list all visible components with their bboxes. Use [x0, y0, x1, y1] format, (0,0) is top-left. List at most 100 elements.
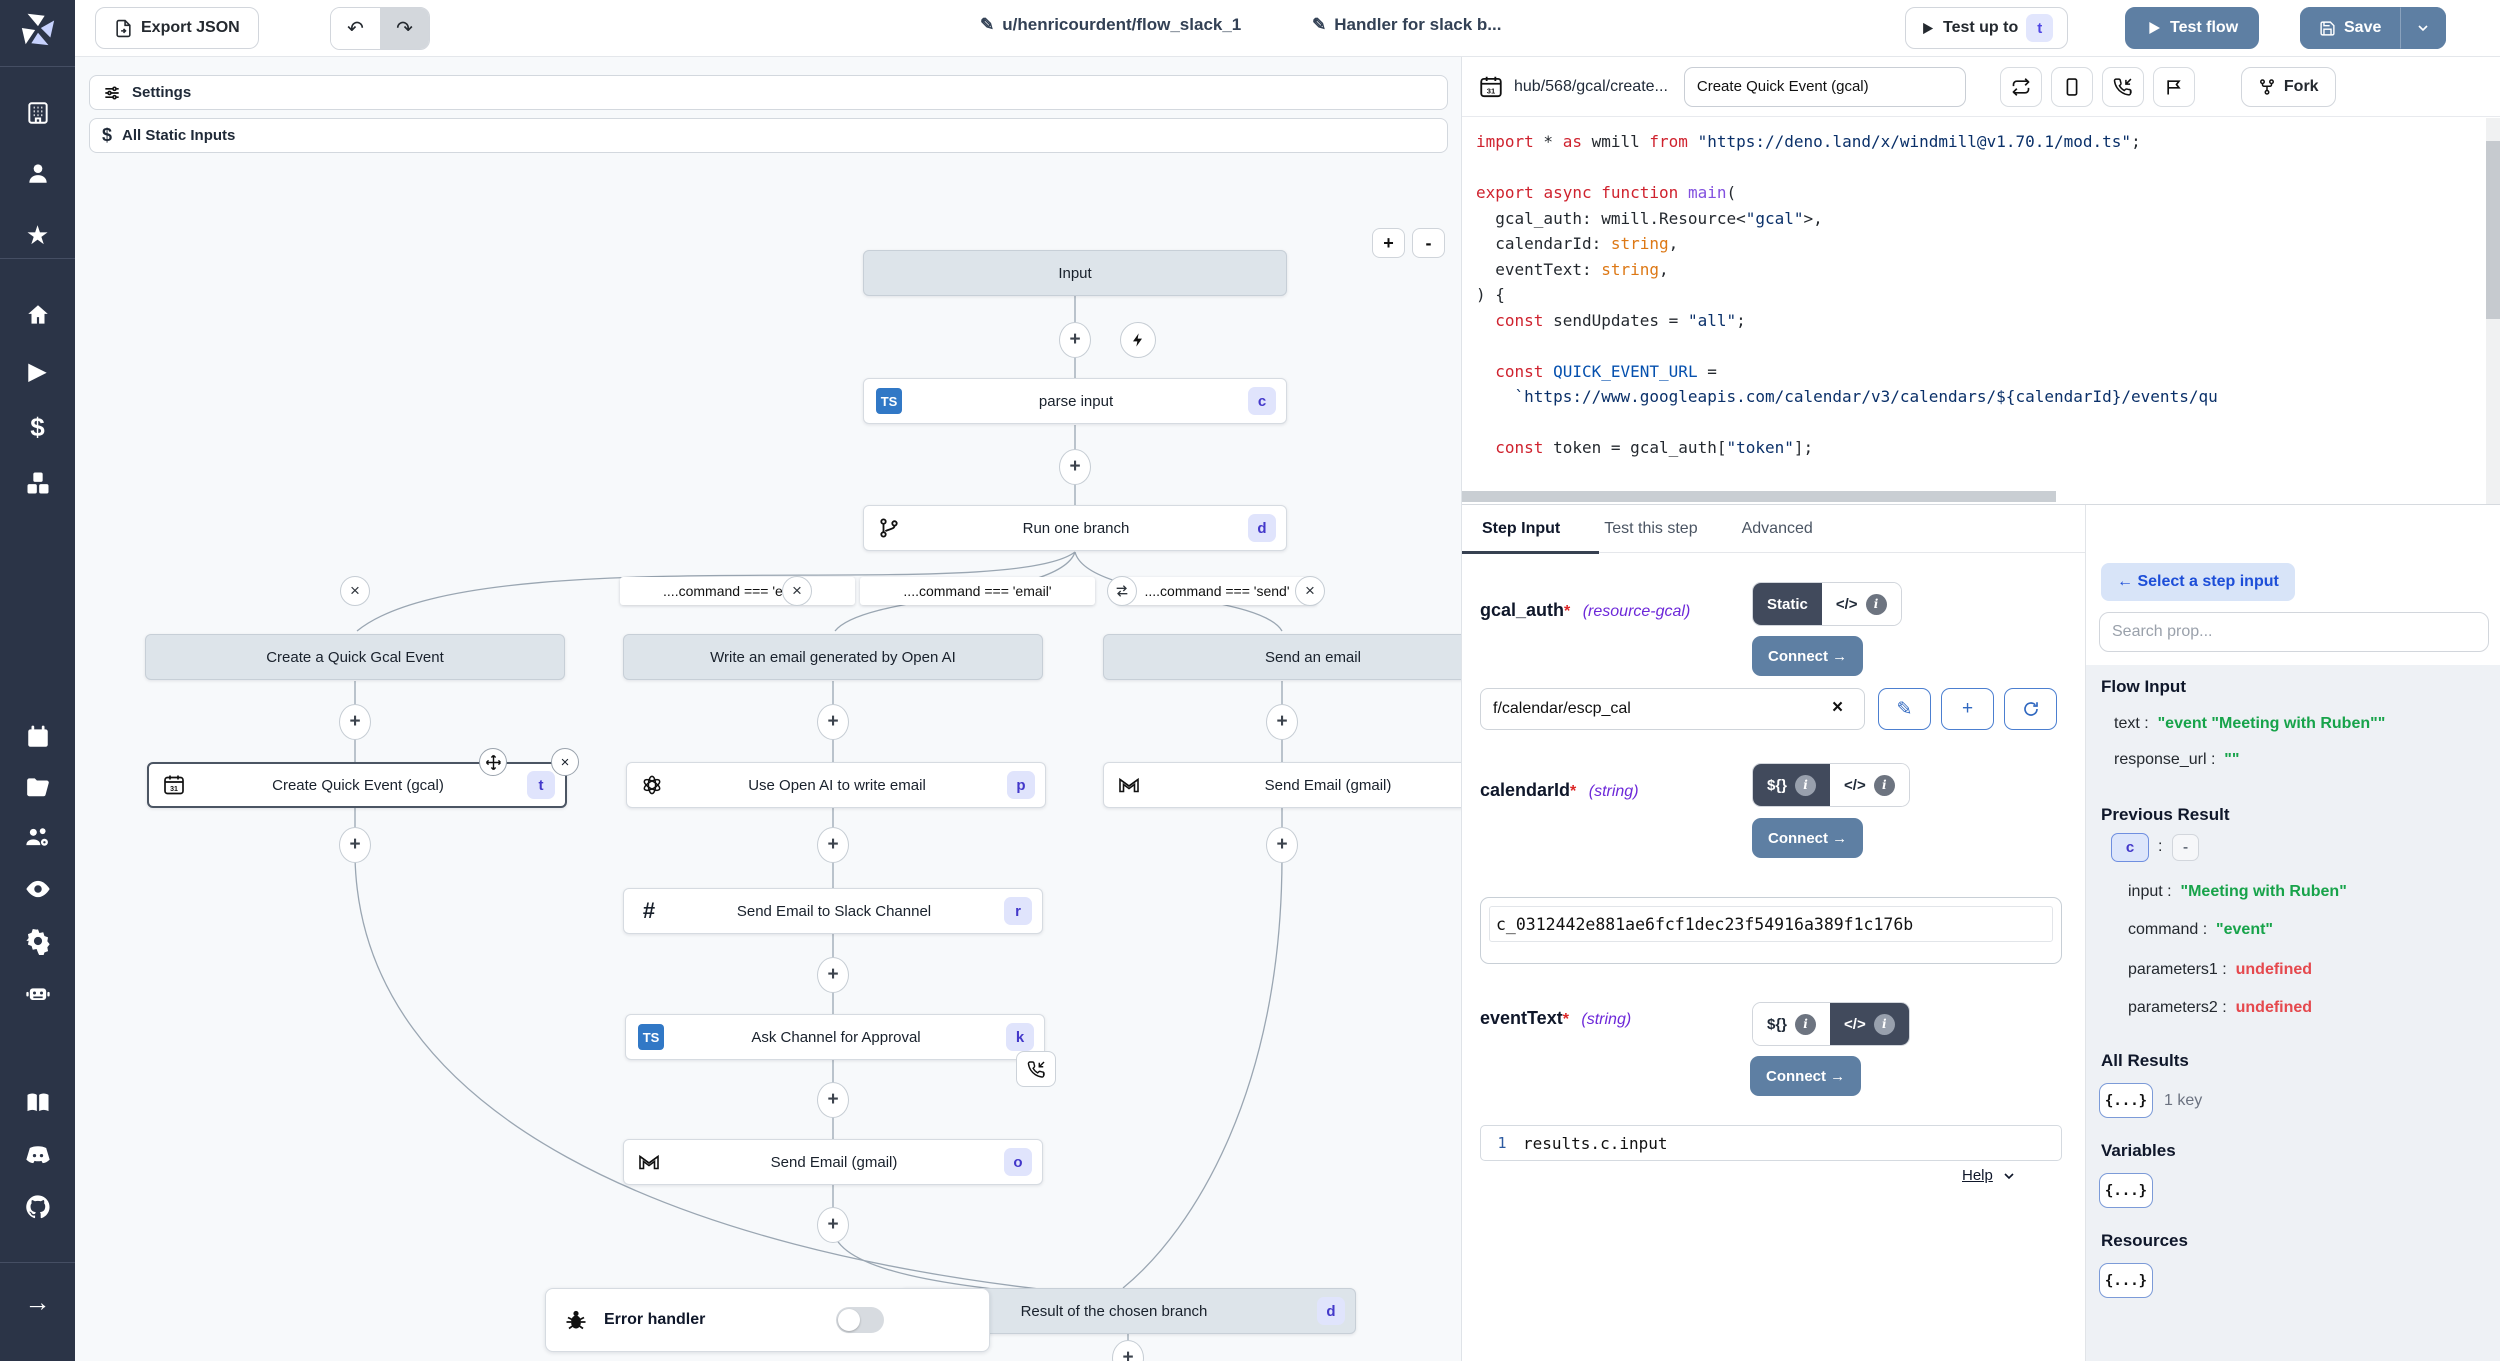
- prop-row-command[interactable]: command : "event": [2128, 921, 2273, 939]
- flow-node-openai-write-email[interactable]: Use Open AI to write email p: [626, 762, 1046, 808]
- flow-node-create-quick-event[interactable]: 31 Create Quick Event (gcal) t ×: [147, 762, 567, 808]
- info-icon[interactable]: i: [1795, 1014, 1816, 1035]
- sidebar-item-workers[interactable]: [0, 971, 75, 1015]
- sidebar-item-workspace[interactable]: [0, 91, 75, 135]
- sidebar-item-variables[interactable]: $: [0, 405, 75, 449]
- sidebar-expand-button[interactable]: →: [0, 1280, 75, 1324]
- static-mode-button[interactable]: Static: [1753, 583, 1822, 625]
- step-id-badge[interactable]: d: [1317, 1297, 1345, 1325]
- test-up-to-button[interactable]: Test up to t: [1905, 7, 2068, 49]
- suspend-step-button[interactable]: [1016, 1051, 1056, 1087]
- sidebar-item-runs[interactable]: ▶: [0, 349, 75, 393]
- delete-branch-button[interactable]: ×: [340, 576, 370, 606]
- mobile-view-button[interactable]: [2051, 67, 2093, 107]
- insert-step-button[interactable]: +: [817, 704, 849, 740]
- step-id-badge[interactable]: c: [1248, 387, 1276, 415]
- sidebar-item-schedules[interactable]: [0, 715, 75, 759]
- insert-step-button[interactable]: +: [817, 827, 849, 863]
- prop-row-response-url[interactable]: response_url : "": [2114, 751, 2239, 769]
- flow-node-send-email-gmail-1[interactable]: Send Email (gmail): [1103, 762, 1462, 808]
- test-flow-button[interactable]: Test flow: [2125, 7, 2259, 49]
- javascript-mode-button[interactable]: </>i: [1822, 583, 1901, 625]
- error-handler-card[interactable]: Error handler: [545, 1288, 990, 1352]
- delete-branch-button[interactable]: ×: [1295, 576, 1325, 606]
- code-editor[interactable]: import * as wmill from "https://deno.lan…: [1476, 129, 2486, 489]
- edit-resource-button[interactable]: ✎: [1878, 688, 1931, 730]
- select-step-input-button[interactable]: ← Select a step input: [2101, 563, 2295, 601]
- javascript-mode-button[interactable]: </>i: [1830, 764, 1909, 806]
- sidebar-item-settings[interactable]: [0, 919, 75, 963]
- step-id-badge[interactable]: k: [1006, 1023, 1034, 1051]
- horizontal-scrollbar[interactable]: [1462, 491, 2056, 502]
- sidebar-item-home[interactable]: [0, 293, 75, 337]
- insert-step-button[interactable]: +: [1266, 704, 1298, 740]
- save-button[interactable]: Save: [2300, 7, 2400, 49]
- step-id-badge[interactable]: p: [1007, 771, 1035, 799]
- insert-step-button[interactable]: +: [817, 1082, 849, 1118]
- flow-node-input[interactable]: Input: [863, 250, 1287, 296]
- info-icon[interactable]: i: [1874, 775, 1895, 796]
- calendar-id-input[interactable]: c_0312442e881ae6fcf1dec23f54916a389f1c17…: [1480, 897, 2062, 964]
- info-icon[interactable]: i: [1795, 775, 1816, 796]
- step-summary-input[interactable]: [1684, 67, 1966, 107]
- sidebar-item-favorites[interactable]: ★: [0, 213, 75, 257]
- delete-step-button[interactable]: ×: [551, 748, 579, 776]
- info-icon[interactable]: i: [1874, 1014, 1895, 1035]
- add-resource-button[interactable]: +: [1941, 688, 1994, 730]
- event-text-expression-editor[interactable]: 1 results.c.input: [1480, 1125, 2062, 1161]
- redo-button[interactable]: ↷: [380, 8, 429, 49]
- search-prop-input[interactable]: [2099, 612, 2489, 652]
- step-id-badge[interactable]: r: [1004, 897, 1032, 925]
- sidebar-item-github[interactable]: [0, 1185, 75, 1229]
- flow-node-send-email-gmail-2[interactable]: Send Email (gmail) o: [623, 1139, 1043, 1185]
- sleep-button[interactable]: [2153, 67, 2195, 107]
- delete-branch-button[interactable]: ×: [782, 576, 812, 606]
- suspend-button[interactable]: [2102, 67, 2144, 107]
- help-link[interactable]: Help: [1962, 1167, 2017, 1184]
- prop-row-parameters1[interactable]: parameters1 : undefined: [2128, 961, 2312, 979]
- move-branch-button[interactable]: [1107, 576, 1137, 606]
- gcal-auth-connect-button[interactable]: Connect →: [1752, 636, 1863, 676]
- step-id-badge[interactable]: d: [1248, 514, 1276, 542]
- event-text-connect-button[interactable]: Connect →: [1750, 1056, 1861, 1096]
- sidebar-item-audit[interactable]: [0, 867, 75, 911]
- sidebar-item-resources[interactable]: [0, 461, 75, 505]
- sidebar-item-discord[interactable]: [0, 1133, 75, 1177]
- resources-object-button[interactable]: {...}: [2099, 1263, 2153, 1298]
- insert-step-button[interactable]: +: [1059, 322, 1091, 358]
- refresh-resource-button[interactable]: [2004, 688, 2057, 730]
- tab-advanced[interactable]: Advanced: [1742, 520, 1813, 538]
- insert-step-button[interactable]: +: [1059, 449, 1091, 485]
- clear-resource-button[interactable]: ×: [1832, 697, 1843, 719]
- reload-script-button[interactable]: [2000, 67, 2042, 107]
- flow-node-branch-send[interactable]: Send an email: [1103, 634, 1462, 680]
- resource-path-input[interactable]: [1480, 688, 1865, 730]
- move-step-button[interactable]: [479, 748, 507, 776]
- flow-node-branch-email[interactable]: Write an email generated by Open AI: [623, 634, 1043, 680]
- undo-button[interactable]: ↶: [331, 8, 380, 49]
- prop-row-parameters2[interactable]: parameters2 : undefined: [2128, 999, 2312, 1017]
- flow-node-parse-input[interactable]: TS parse input c: [863, 378, 1287, 424]
- branch-condition[interactable]: ....command === 'email': [860, 577, 1095, 605]
- sidebar-item-user[interactable]: [0, 151, 75, 195]
- export-json-button[interactable]: Export JSON: [95, 7, 259, 49]
- tab-test-this-step[interactable]: Test this step: [1604, 520, 1697, 538]
- step-id-badge[interactable]: t: [527, 771, 555, 799]
- flow-node-run-one-branch[interactable]: Run one branch d: [863, 505, 1287, 551]
- flow-node-ask-approval[interactable]: TS Ask Channel for Approval k: [625, 1014, 1045, 1060]
- insert-step-button[interactable]: +: [339, 704, 371, 740]
- collapse-result-button[interactable]: -: [2172, 834, 2199, 861]
- windmill-logo[interactable]: [0, 7, 75, 51]
- flow-name-breadcrumb[interactable]: ✎ Handler for slack b...: [1312, 15, 1501, 35]
- sidebar-item-groups[interactable]: [0, 815, 75, 859]
- insert-step-button[interactable]: +: [817, 1207, 849, 1243]
- javascript-mode-button[interactable]: </>i: [1830, 1003, 1909, 1045]
- save-dropdown-button[interactable]: [2400, 7, 2446, 49]
- flow-node-send-slack[interactable]: # Send Email to Slack Channel r: [623, 888, 1043, 934]
- flow-path-breadcrumb[interactable]: ✎ u/henricourdent/flow_slack_1: [980, 15, 1241, 35]
- insert-step-button[interactable]: +: [339, 827, 371, 863]
- sidebar-item-docs[interactable]: [0, 1081, 75, 1125]
- sidebar-item-folders[interactable]: [0, 765, 75, 809]
- step-id-badge[interactable]: o: [1004, 1148, 1032, 1176]
- branch-condition[interactable]: ....command === 'event': [620, 577, 855, 605]
